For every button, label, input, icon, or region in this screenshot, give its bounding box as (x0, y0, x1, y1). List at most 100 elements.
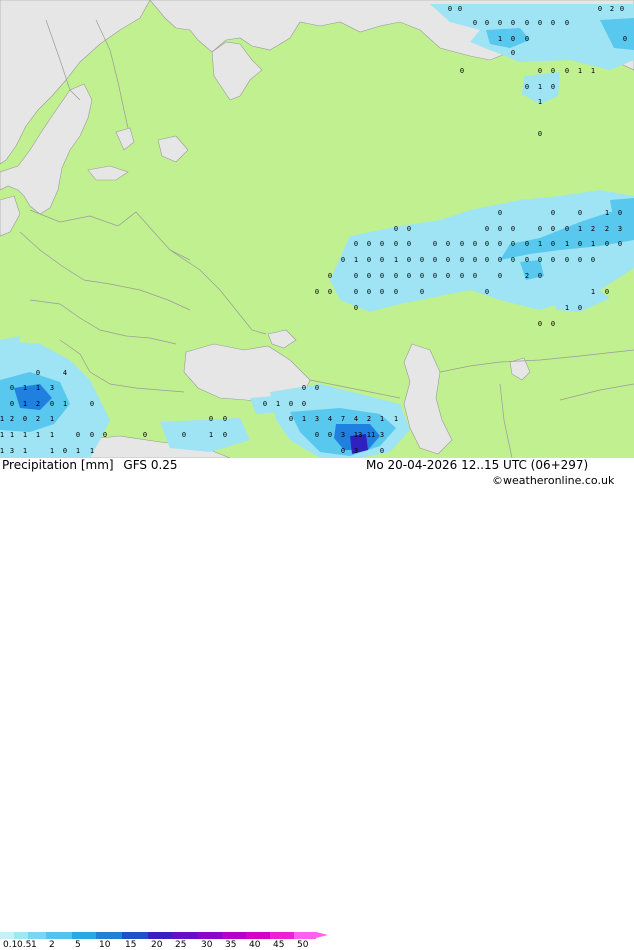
precip-value-label: 1 (36, 384, 40, 392)
precip-value-label: 1 (605, 209, 609, 217)
precip-value-label: 0 (511, 35, 515, 43)
precip-value-label: 2 (10, 415, 14, 423)
precip-value-label: 0 (223, 431, 227, 439)
precip-value-label: 1 (591, 67, 595, 75)
precip-value-label: 7 (341, 415, 345, 423)
precip-value-label: 0 (511, 19, 515, 27)
precip-value-label: 0 (315, 384, 319, 392)
precip-value-label: 0 (458, 5, 462, 13)
precip-value-label: 0 (538, 19, 542, 27)
precip-value-label: 0 (407, 256, 411, 264)
precip-value-label: 0 (354, 304, 358, 312)
precip-value-label: 0 (341, 256, 345, 264)
precip-value-label: 0 (485, 288, 489, 296)
precip-value-label: 0 (578, 240, 582, 248)
precip-value-label: 3 (315, 415, 319, 423)
precip-value-label: 0 (354, 240, 358, 248)
precip-value-label: 0 (367, 240, 371, 248)
precip-value-label: 0 (485, 225, 489, 233)
precip-value-label: 0 (367, 256, 371, 264)
legend-swatch (198, 932, 222, 939)
precip-value-label: 0 (498, 19, 502, 27)
precip-value-label: 11 (367, 431, 375, 439)
precip-value-label: 0 (538, 130, 542, 138)
model-name: GFS 0.25 (123, 458, 178, 472)
precip-value-label: 0 (525, 35, 529, 43)
legend-tick-label: 25 (175, 940, 187, 950)
legend-swatch (172, 932, 198, 939)
precip-value-label: 0 (380, 240, 384, 248)
legend-tick-label: 20 (151, 940, 163, 950)
precip-value-label: 0 (485, 19, 489, 27)
precip-value-label: 0 (433, 240, 437, 248)
precip-value-label: 0 (90, 431, 94, 439)
precip-value-label: 0 (498, 256, 502, 264)
precip-value-label: 0 (551, 67, 555, 75)
precip-value-label: 1 (578, 225, 582, 233)
legend-tick-label: 50 (297, 940, 309, 950)
precip-value-label: 0 (473, 240, 477, 248)
precip-value-label: 0 (446, 272, 450, 280)
precip-value-label: 1 (591, 288, 595, 296)
precip-value-label: 0 (551, 83, 555, 91)
precip-value-label: 1 (50, 447, 54, 455)
precip-value-label: 0 (380, 447, 384, 455)
precip-value-label: 4 (63, 369, 67, 377)
precip-value-label: 0 (367, 272, 371, 280)
precip-value-label: 0 (50, 400, 54, 408)
legend-tick-label: 35 (225, 940, 237, 950)
precip-value-label: 1 (302, 415, 306, 423)
precip-value-label: 0 (10, 400, 14, 408)
precip-value-label: 0 (578, 256, 582, 264)
precip-value-label: 1 (354, 256, 358, 264)
precip-value-label: 1 (498, 35, 502, 43)
precip-value-label: 0 (538, 67, 542, 75)
precip-value-label: 0 (315, 288, 319, 296)
precip-value-label: 0 (485, 256, 489, 264)
precip-value-label: 0 (565, 67, 569, 75)
precip-value-label: 1 (538, 83, 542, 91)
precip-value-label: 0 (407, 225, 411, 233)
precip-value-label: 4 (328, 415, 332, 423)
precip-value-label: 0 (525, 83, 529, 91)
precip-value-label: 0 (328, 272, 332, 280)
precip-value-label: 4 (354, 415, 358, 423)
legend-tick-label: 0.5 (17, 940, 32, 950)
precip-value-label: 1 (23, 400, 27, 408)
precip-value-label: 0 (143, 431, 147, 439)
precip-value-label: 3 (354, 447, 358, 455)
precip-value-label: 0 (498, 225, 502, 233)
precip-value-label: 0 (565, 225, 569, 233)
precip-value-label: 0 (354, 272, 358, 280)
precip-value-label: 2 (591, 225, 595, 233)
precip-value-label: 0 (525, 19, 529, 27)
legend-swatch (28, 932, 46, 939)
precip-value-label: 0 (605, 288, 609, 296)
precip-value-label: 0 (302, 400, 306, 408)
precip-value-label: 2 (610, 5, 614, 13)
precip-value-label: 0 (591, 256, 595, 264)
precip-value-label: 0 (551, 240, 555, 248)
precip-value-label: 0 (551, 209, 555, 217)
precip-value-label: 13 (354, 431, 362, 439)
precip-value-label: 0 (448, 5, 452, 13)
precip-value-label: 0 (551, 19, 555, 27)
precip-value-label: 1 (50, 431, 54, 439)
precip-value-label: 0 (538, 272, 542, 280)
precip-value-label: 1 (538, 98, 542, 106)
precip-value-label: 0 (90, 400, 94, 408)
precip-value-label: 0 (446, 256, 450, 264)
precip-value-label: 0 (578, 304, 582, 312)
precip-value-label: 3 (341, 431, 345, 439)
precip-value-label: 3 (50, 384, 54, 392)
precip-value-label: 0 (511, 49, 515, 57)
precip-value-label: 2 (36, 415, 40, 423)
precip-value-label: 0 (420, 256, 424, 264)
precip-value-label: 1 (0, 431, 4, 439)
precip-value-label: 0 (473, 272, 477, 280)
precip-value-label: 0 (511, 240, 515, 248)
precip-value-label: 0 (223, 415, 227, 423)
map-title: Precipitation [mm] GFS 0.25 (2, 458, 178, 472)
precip-value-label: 0 (460, 272, 464, 280)
credit-link[interactable]: ©weatheronline.co.uk (492, 474, 614, 487)
